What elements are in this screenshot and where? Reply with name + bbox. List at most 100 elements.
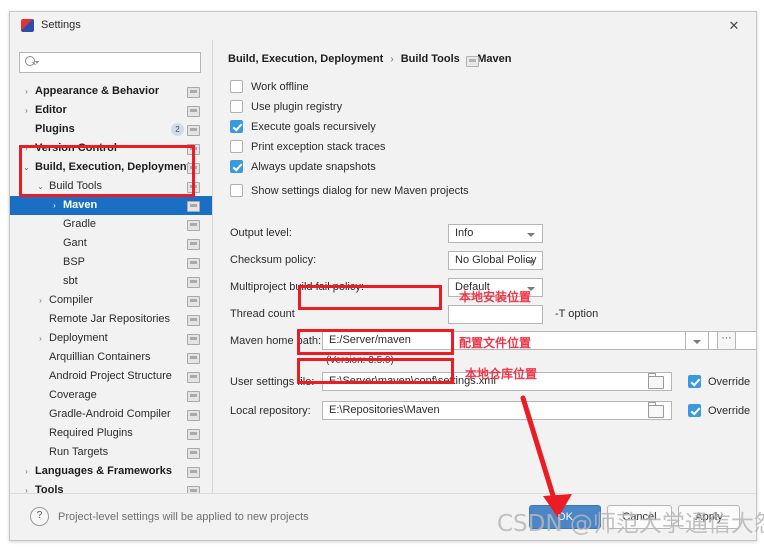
sidebar-item-android-project-structure[interactable]: Android Project Structure bbox=[10, 367, 212, 386]
gear-icon[interactable] bbox=[187, 87, 200, 98]
close-icon[interactable]: ✕ bbox=[712, 12, 756, 40]
breadcrumb-gear-icon[interactable] bbox=[466, 56, 479, 67]
sidebar-item-maven[interactable]: › Maven bbox=[10, 196, 212, 215]
maven-home-path-dropdown[interactable] bbox=[685, 331, 709, 350]
breadcrumb-part-1[interactable]: Build, Execution, Deployment bbox=[228, 53, 383, 65]
sidebar-item-sbt[interactable]: sbt bbox=[10, 272, 212, 291]
chevron-right-icon[interactable]: › bbox=[21, 101, 32, 120]
search-input[interactable] bbox=[19, 52, 201, 73]
gear-icon[interactable] bbox=[187, 106, 200, 117]
gear-icon[interactable] bbox=[187, 220, 200, 231]
sidebar-item-compiler[interactable]: › Compiler bbox=[10, 291, 212, 310]
local-repository-label: Local repository: bbox=[230, 405, 311, 417]
gear-icon[interactable] bbox=[187, 201, 200, 212]
chevron-right-icon[interactable]: › bbox=[35, 329, 46, 348]
checksum-policy-label: Checksum policy: bbox=[230, 254, 317, 266]
gear-icon[interactable] bbox=[187, 353, 200, 364]
checkbox-indicator[interactable] bbox=[230, 100, 243, 113]
screenshot-root: Settings ✕ › Appearance & Behavior › Editor… bbox=[0, 0, 764, 549]
folder-icon[interactable] bbox=[648, 402, 664, 418]
sidebar-item-arquillian-containers[interactable]: Arquillian Containers bbox=[10, 348, 212, 367]
settings-dialog: Settings ✕ › Appearance & Behavior › Editor… bbox=[9, 11, 757, 541]
sidebar-item-label: Languages & Frameworks bbox=[35, 465, 172, 477]
sidebar-item-gradle-android-compiler[interactable]: Gradle-Android Compiler bbox=[10, 405, 212, 424]
footer-help-text: Project-level settings will be applied t… bbox=[58, 511, 309, 523]
checkbox-label: Work offline bbox=[251, 81, 309, 93]
sidebar-item-label: Plugins bbox=[35, 123, 75, 135]
chevron-down-icon bbox=[693, 340, 701, 344]
user-settings-override-checkbox[interactable] bbox=[688, 375, 701, 388]
sidebar-item-run-targets[interactable]: Run Targets bbox=[10, 443, 212, 462]
sidebar-item-gant[interactable]: Gant bbox=[10, 234, 212, 253]
sidebar-item-languages-frameworks[interactable]: › Languages & Frameworks bbox=[10, 462, 212, 481]
sidebar-item-label: BSP bbox=[63, 256, 86, 268]
thread-count-input[interactable] bbox=[448, 305, 543, 324]
settings-sidebar: › Appearance & Behavior › Editor Plugins 2 › Ve… bbox=[10, 40, 213, 516]
sidebar-item-gradle[interactable]: Gradle bbox=[10, 215, 212, 234]
local-repository-override-checkbox[interactable] bbox=[688, 404, 701, 417]
checkbox-indicator[interactable] bbox=[230, 160, 243, 173]
maven-home-browse-button[interactable]: ⋯ bbox=[717, 331, 736, 350]
sidebar-item-label: sbt bbox=[63, 275, 78, 287]
output-level-select[interactable]: Info bbox=[448, 224, 543, 243]
gear-icon[interactable] bbox=[187, 372, 200, 383]
annotation-note-repo: 本地仓库位置 bbox=[465, 367, 538, 381]
sidebar-item-label: Run Targets bbox=[49, 446, 109, 458]
sidebar-item-remote-jar-repositories[interactable]: Remote Jar Repositories bbox=[10, 310, 212, 329]
chevron-right-icon[interactable]: › bbox=[49, 196, 60, 215]
chevron-right-icon[interactable]: › bbox=[35, 291, 46, 310]
chevron-right-icon[interactable]: › bbox=[21, 82, 32, 101]
checkbox-label: Always update snapshots bbox=[251, 161, 376, 173]
local-repository-value: E:\Repositories\Maven bbox=[329, 404, 440, 416]
gear-icon[interactable] bbox=[187, 315, 200, 326]
sidebar-item-label: Deployment bbox=[49, 332, 108, 344]
gear-icon[interactable] bbox=[187, 334, 200, 345]
folder-icon[interactable] bbox=[648, 373, 664, 389]
gear-icon[interactable] bbox=[187, 258, 200, 269]
thread-count-hint: -T option bbox=[555, 308, 599, 320]
gear-icon[interactable] bbox=[187, 296, 200, 307]
search-field-wrapper[interactable] bbox=[19, 52, 201, 73]
sidebar-item-label: Coverage bbox=[49, 389, 97, 401]
sidebar-item-plugins[interactable]: Plugins 2 bbox=[10, 120, 212, 139]
checkbox-indicator[interactable] bbox=[230, 184, 243, 197]
checkbox-label: Show settings dialog for new Maven proje… bbox=[251, 185, 469, 197]
breadcrumb-separator-1: › bbox=[390, 54, 394, 65]
gear-icon[interactable] bbox=[187, 125, 200, 136]
sidebar-item-label: Remote Jar Repositories bbox=[49, 313, 171, 325]
checkbox-label: Execute goals recursively bbox=[251, 121, 376, 133]
annotation-box-maven-home bbox=[298, 285, 442, 310]
gear-icon[interactable] bbox=[187, 410, 200, 421]
sidebar-item-bsp[interactable]: BSP bbox=[10, 253, 212, 272]
watermark: CSDN @师范大学通信大怨总 bbox=[497, 511, 764, 537]
sidebar-item-deployment[interactable]: › Deployment bbox=[10, 329, 212, 348]
checkbox-indicator[interactable] bbox=[230, 120, 243, 133]
checkbox-indicator[interactable] bbox=[230, 140, 243, 153]
local-repository-override-label: Override bbox=[708, 405, 751, 417]
breadcrumb-part-3[interactable]: Maven bbox=[477, 53, 511, 65]
gear-icon[interactable] bbox=[187, 467, 200, 478]
checksum-policy-select[interactable]: No Global Policy bbox=[448, 251, 543, 270]
gear-icon[interactable] bbox=[187, 391, 200, 402]
window-title: Settings bbox=[41, 19, 81, 31]
sidebar-item-required-plugins[interactable]: Required Plugins bbox=[10, 424, 212, 443]
user-settings-override-label: Override bbox=[708, 376, 751, 388]
chevron-down-icon[interactable] bbox=[35, 61, 39, 64]
checkbox-indicator[interactable] bbox=[230, 80, 243, 93]
sidebar-item-coverage[interactable]: Coverage bbox=[10, 386, 212, 405]
annotation-note-install: 本地安装位置 bbox=[459, 290, 532, 304]
help-icon[interactable]: ? bbox=[30, 507, 49, 526]
gear-icon[interactable] bbox=[187, 277, 200, 288]
sidebar-item-badge: 2 bbox=[171, 123, 184, 136]
gear-icon[interactable] bbox=[187, 448, 200, 459]
sidebar-item-editor[interactable]: › Editor bbox=[10, 101, 212, 120]
gear-icon[interactable] bbox=[187, 429, 200, 440]
breadcrumb-part-2[interactable]: Build Tools bbox=[401, 53, 460, 65]
gear-icon[interactable] bbox=[187, 239, 200, 250]
thread-count-label: Thread count bbox=[230, 308, 295, 320]
sidebar-item-appearance-behavior[interactable]: › Appearance & Behavior bbox=[10, 82, 212, 101]
sidebar-item-label: Required Plugins bbox=[49, 427, 133, 439]
sidebar-item-label: Arquillian Containers bbox=[49, 351, 151, 363]
chevron-right-icon[interactable]: › bbox=[21, 462, 32, 481]
checkbox-label: Use plugin registry bbox=[251, 101, 343, 113]
